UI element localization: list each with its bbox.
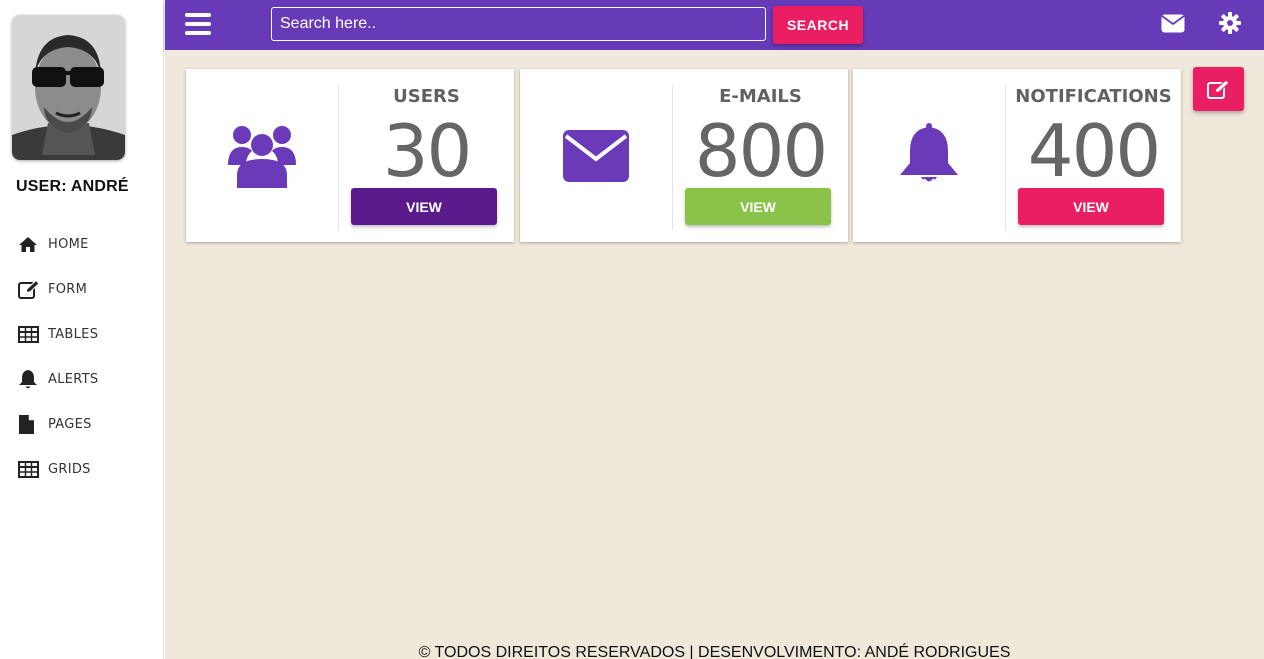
bell-icon (853, 69, 1005, 242)
card-value: 30 (382, 109, 473, 193)
edit-icon (18, 279, 40, 301)
stat-card-emails: E-MAILS 800 VIEW (520, 69, 848, 242)
card-title: USERS (393, 86, 460, 107)
sidebar-nav: HOME FORM TABLES ALERTS PAGES GRIDS (0, 222, 164, 492)
users-icon (186, 69, 338, 242)
gear-icon[interactable] (1219, 12, 1241, 39)
search-input[interactable] (271, 7, 766, 41)
search-button[interactable]: SEARCH (773, 6, 863, 44)
user-name-label: USER: ANDRÉ (16, 178, 129, 195)
sidebar-item-label: ALERTS (48, 372, 99, 387)
sidebar-item-pages[interactable]: PAGES (0, 402, 164, 447)
grid-icon (18, 459, 40, 481)
sidebar-item-grids[interactable]: GRIDS (0, 447, 164, 492)
home-icon (18, 234, 40, 256)
envelope-icon[interactable] (1161, 14, 1185, 38)
edit-button[interactable] (1193, 67, 1244, 111)
card-value: 800 (694, 109, 828, 193)
view-emails-button[interactable]: VIEW (685, 188, 831, 225)
stat-card-users: USERS 30 VIEW (186, 69, 514, 242)
footer-text: © TODOS DIREITOS RESERVADOS | DESENVOLVI… (418, 644, 1011, 659)
bell-icon (18, 369, 40, 391)
menu-icon[interactable] (184, 11, 212, 37)
sidebar-item-label: TABLES (48, 327, 99, 342)
topbar: SEARCH (165, 0, 1264, 50)
avatar-image (12, 15, 125, 160)
sidebar-item-label: PAGES (48, 417, 92, 432)
envelope-icon (520, 69, 672, 242)
edit-icon (1206, 79, 1231, 99)
sidebar-item-tables[interactable]: TABLES (0, 312, 164, 357)
view-users-button[interactable]: VIEW (351, 188, 497, 225)
sidebar-item-alerts[interactable]: ALERTS (0, 357, 164, 402)
sidebar-item-form[interactable]: FORM (0, 267, 164, 312)
card-value: 400 (1027, 109, 1161, 193)
sidebar: USER: ANDRÉ HOME FORM TABLES ALERTS PAGE… (0, 0, 164, 659)
sidebar-item-label: HOME (48, 237, 89, 252)
avatar (12, 15, 125, 160)
file-icon (18, 414, 40, 436)
view-notifications-button[interactable]: VIEW (1018, 188, 1164, 225)
sidebar-item-label: GRIDS (48, 462, 91, 477)
sidebar-item-home[interactable]: HOME (0, 222, 164, 267)
main-content: USERS 30 VIEW E-MAILS 800 VIEW NOTIFICAT… (165, 50, 1264, 659)
card-title: E-MAILS (719, 86, 802, 107)
stat-card-notifications: NOTIFICATIONS 400 VIEW (853, 69, 1181, 242)
sidebar-item-label: FORM (48, 282, 88, 297)
table-icon (18, 324, 40, 346)
card-title: NOTIFICATIONS (1015, 86, 1172, 107)
